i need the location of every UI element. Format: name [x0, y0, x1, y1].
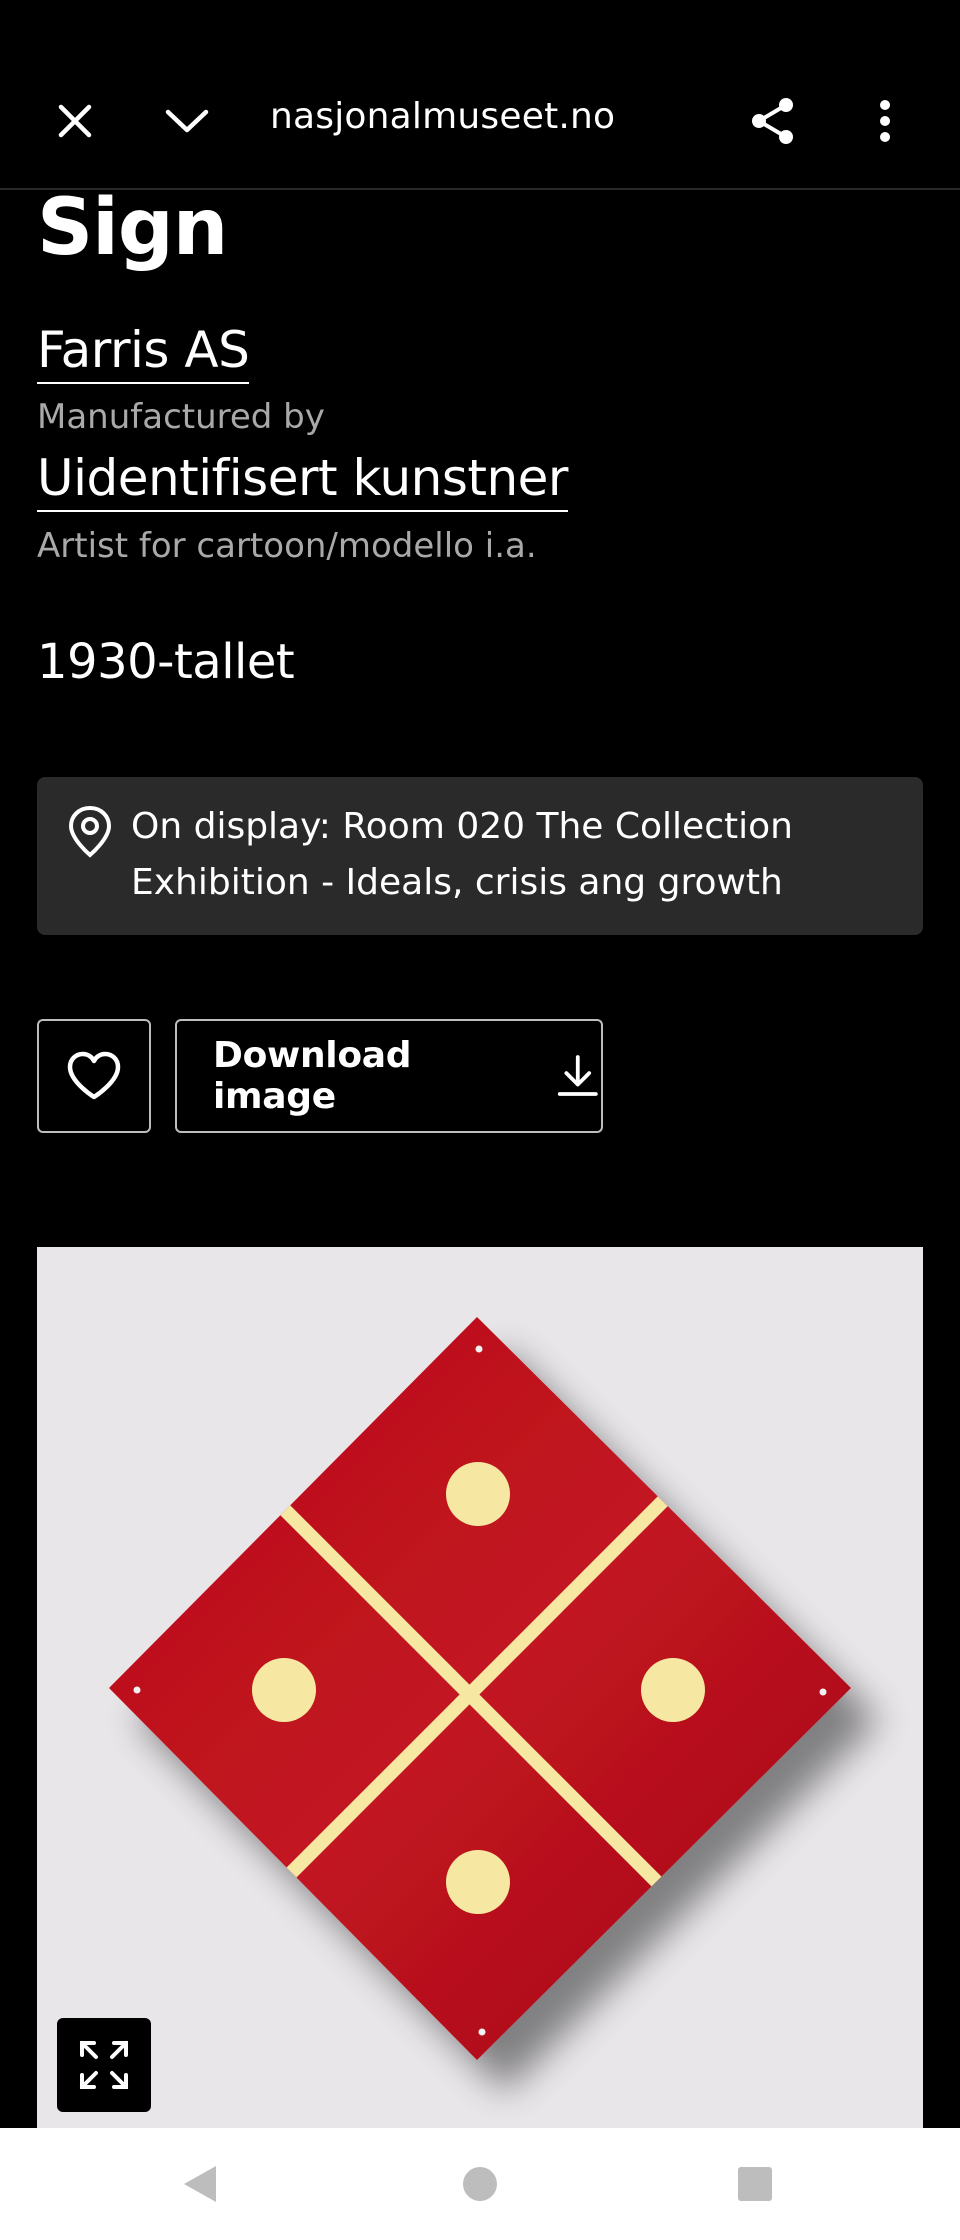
download-label: Download image	[213, 1035, 412, 1117]
chevron-down-icon	[165, 109, 209, 133]
maker-role: Artist for cartoon/modello i.a.	[37, 526, 537, 566]
back-button[interactable]	[172, 2156, 228, 2212]
home-button[interactable]	[452, 2156, 508, 2212]
artwork-title: Sign	[37, 183, 228, 273]
artwork-image[interactable]	[37, 1247, 923, 2137]
close-button[interactable]	[40, 86, 110, 156]
heart-icon	[67, 1051, 121, 1100]
on-display-info: On display: Room 020 The Collection Exhi…	[37, 777, 923, 935]
maker-link-unidentified-artist[interactable]: Uidentifisert kunstner	[37, 450, 569, 512]
maker-role: Manufactured by	[37, 397, 325, 437]
sign-artwork	[109, 1317, 851, 2060]
maker-link-farris[interactable]: Farris AS	[37, 322, 250, 384]
back-triangle-icon	[184, 2166, 216, 2202]
on-display-text: On display: Room 020 The Collection Exhi…	[131, 806, 793, 903]
share-icon	[752, 98, 793, 144]
close-icon	[58, 104, 92, 138]
recents-square-icon	[738, 2167, 772, 2201]
expand-icon	[80, 2041, 128, 2089]
minimize-button[interactable]	[152, 86, 222, 156]
download-icon	[558, 1055, 599, 1096]
browser-toolbar: nasjonalmuseet.no	[0, 0, 960, 190]
location-pin-icon	[68, 805, 112, 858]
expand-image-button[interactable]	[57, 2018, 151, 2112]
download-image-button[interactable]: Download image	[175, 1019, 603, 1133]
home-circle-icon	[463, 2167, 497, 2201]
recents-button[interactable]	[727, 2156, 783, 2212]
artwork-date: 1930-tallet	[37, 634, 295, 690]
more-vertical-icon	[880, 100, 890, 142]
favorite-button[interactable]	[37, 1019, 151, 1133]
system-navigation-bar	[0, 2128, 960, 2240]
url-display[interactable]: nasjonalmuseet.no	[270, 96, 615, 137]
more-options-button[interactable]	[850, 86, 920, 156]
share-button[interactable]	[738, 86, 808, 156]
